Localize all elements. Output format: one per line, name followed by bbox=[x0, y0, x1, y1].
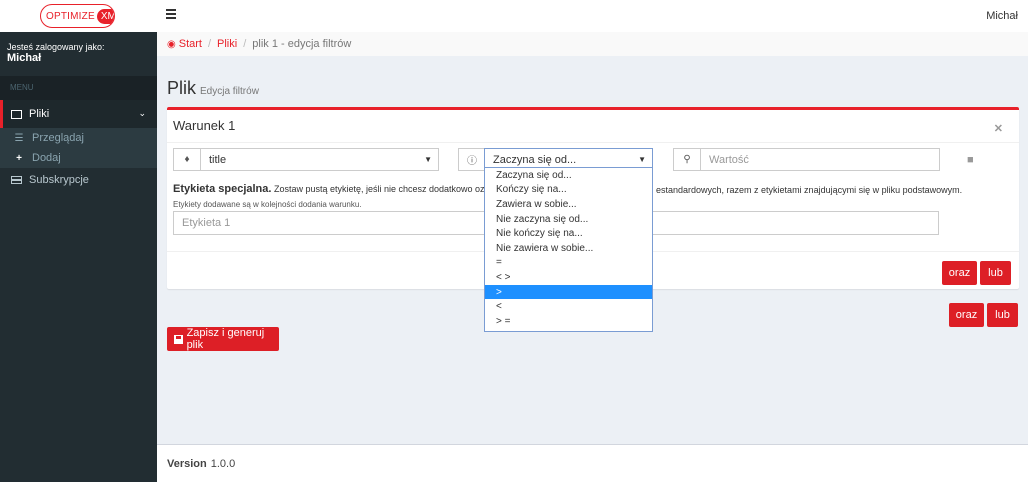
breadcrumb-start[interactable]: Start bbox=[179, 38, 202, 50]
sidebar-item-label: Subskrypcje bbox=[29, 174, 89, 186]
page-subtitle: Edycja filtrów bbox=[200, 86, 259, 97]
floppy-icon bbox=[174, 334, 183, 344]
operator-select-value: Zaczyna się od... bbox=[493, 153, 577, 166]
sidebar-subitem-dodaj[interactable]: + Dodaj bbox=[0, 148, 157, 168]
list-icon: ☰ bbox=[14, 132, 24, 144]
dashboard-icon: ◉ bbox=[167, 38, 176, 50]
dropdown-option[interactable]: < bbox=[485, 299, 652, 314]
question-circle-icon: ⓘ bbox=[459, 149, 486, 170]
value-input[interactable]: Wartość bbox=[701, 154, 749, 166]
plus-icon: + bbox=[16, 152, 22, 164]
special-label-text-right: estandardowych, razem z etykietami znajd… bbox=[656, 185, 963, 195]
save-button-label: Zapisz i generuj plik bbox=[186, 327, 265, 351]
sidebar-item-subskrypcje[interactable]: Subskrypcje bbox=[0, 168, 157, 192]
oraz-button[interactable]: oraz bbox=[942, 261, 977, 285]
chevron-down-icon: ⌄ bbox=[138, 108, 146, 118]
sidebar-subitem-label: Dodaj bbox=[32, 152, 61, 164]
breadcrumb-separator: / bbox=[243, 38, 247, 50]
lub-button[interactable]: lub bbox=[980, 261, 1011, 285]
outer-lub-button[interactable]: lub bbox=[987, 303, 1018, 327]
logo-text: OPTIMIZE bbox=[46, 10, 95, 22]
special-label-help: Etykieta specjalna. Zostaw pustą etykiet… bbox=[173, 183, 962, 195]
dropdown-option[interactable]: = bbox=[485, 256, 652, 271]
sidebar-subitem-przegladaj[interactable]: ☰ Przeglądaj bbox=[0, 128, 157, 148]
page-title-text: Plik bbox=[167, 78, 197, 98]
trash-icon[interactable]: ■ bbox=[967, 154, 974, 166]
dropdown-option[interactable]: < = bbox=[485, 329, 652, 331]
submenu-pliki: ☰ Przeglądaj + Dodaj bbox=[0, 128, 157, 168]
logged-in-label: Jesteś zalogowany jako: bbox=[7, 42, 105, 52]
condition-title: Warunek 1 bbox=[173, 118, 236, 133]
breadcrumb-separator: / bbox=[207, 38, 212, 50]
logged-in-panel: Jesteś zalogowany jako: Michał bbox=[7, 42, 105, 64]
divider bbox=[167, 142, 1019, 143]
search-icon: ⚲ bbox=[674, 149, 701, 170]
logo[interactable]: OPTIMIZE XML bbox=[40, 4, 115, 28]
footer: Version 1.0.0 bbox=[157, 444, 1028, 482]
save-generate-button[interactable]: Zapisz i generuj plik bbox=[167, 327, 279, 351]
dropdown-option[interactable]: > = bbox=[485, 314, 652, 329]
special-label-title: Etykieta specjalna. bbox=[173, 183, 272, 195]
sidebar: Jesteś zalogowany jako: Michał MENU Plik… bbox=[0, 32, 157, 482]
breadcrumb: ◉ Start / Pliki / plik 1 - edycja filtró… bbox=[157, 32, 1028, 56]
page-title: Plik Edycja filtrów bbox=[167, 78, 259, 99]
outer-oraz-button[interactable]: oraz bbox=[949, 303, 984, 327]
breadcrumb-pliki[interactable]: Pliki bbox=[217, 38, 237, 50]
credit-card-icon bbox=[11, 176, 22, 184]
image-icon bbox=[11, 109, 22, 119]
dropdown-option[interactable]: Kończy się na... bbox=[485, 183, 652, 198]
user-menu[interactable]: Michał bbox=[986, 10, 1018, 22]
dropdown-option[interactable]: Zawiera w sobie... bbox=[485, 197, 652, 212]
sidebar-item-label: Pliki bbox=[29, 108, 50, 120]
sidebar-subitem-label: Przeglądaj bbox=[32, 132, 84, 144]
field-select-value: title bbox=[209, 153, 227, 166]
dropdown-option[interactable]: Zaczyna się od... bbox=[485, 168, 652, 183]
logo-area: OPTIMIZE XML bbox=[0, 0, 157, 32]
hamburger-menu-icon[interactable] bbox=[166, 9, 176, 21]
sidebar-item-pliki[interactable]: Pliki ⌄ bbox=[0, 100, 157, 128]
tag-icon: ♦ bbox=[174, 149, 201, 170]
logo-badge: XML bbox=[96, 8, 114, 24]
dropdown-option[interactable]: Nie kończy się na... bbox=[485, 226, 652, 241]
value-input-group: ⚲ Wartość bbox=[673, 148, 940, 171]
dropdown-option[interactable]: < > bbox=[485, 270, 652, 285]
top-header: OPTIMIZE XML Michał bbox=[0, 0, 1028, 32]
operator-dropdown-list[interactable]: Zaczyna się od... Kończy się na... Zawiera… bbox=[484, 167, 653, 332]
menu-header: MENU bbox=[0, 76, 157, 100]
dropdown-option[interactable]: > bbox=[485, 284, 652, 300]
close-icon[interactable]: ✕ bbox=[994, 122, 1003, 135]
dropdown-option[interactable]: Nie zaczyna się od... bbox=[485, 212, 652, 227]
field-select[interactable]: ♦ title ▼ bbox=[173, 148, 439, 171]
logged-in-user: Michał bbox=[7, 52, 42, 64]
breadcrumb-current: plik 1 - edycja filtrów bbox=[252, 38, 352, 50]
caret-down-icon: ▼ bbox=[638, 155, 646, 164]
dropdown-option[interactable]: Nie zawiera w sobie... bbox=[485, 241, 652, 256]
caret-down-icon: ▼ bbox=[424, 155, 432, 164]
label-order-help: Etykiety dodawane są w kolejności dodani… bbox=[173, 200, 362, 209]
version-label: Version bbox=[167, 457, 207, 470]
version-number: 1.0.0 bbox=[210, 457, 236, 470]
